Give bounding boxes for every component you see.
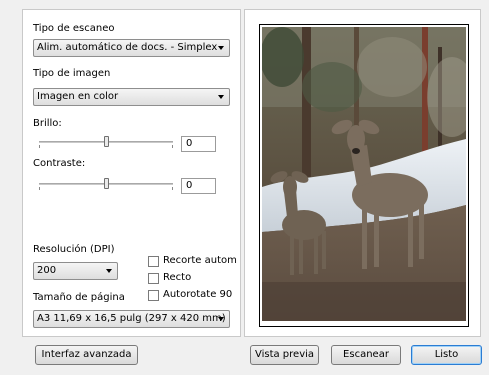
autorotate-label: Autorotate 90 (163, 289, 233, 300)
scan-type-select[interactable]: Alim. automático de docs. - Simplex (33, 39, 230, 57)
brightness-label: Brillo: (33, 118, 62, 129)
scan-type-value: Alim. automático de docs. - Simplex (37, 42, 218, 53)
scan-button[interactable]: Escanear (331, 345, 401, 365)
autorotate-checkbox[interactable] (148, 290, 159, 301)
resolution-select[interactable]: 200 (33, 262, 118, 280)
deer-photo-graphic (262, 27, 466, 321)
contrast-tick (39, 187, 40, 190)
image-type-value: Imagen en color (37, 91, 119, 102)
page-size-value: A3 11,69 x 16,5 pulg (297 x 420 mm) (37, 313, 226, 324)
contrast-value-field[interactable]: 0 (181, 178, 216, 194)
preview-button[interactable]: Vista previa (250, 345, 319, 365)
contrast-slider-thumb[interactable] (103, 178, 109, 189)
chevron-down-icon (218, 95, 224, 99)
scan-type-label: Tipo de escaneo (33, 23, 115, 34)
brightness-slider-thumb[interactable] (103, 136, 109, 147)
brightness-value-field[interactable]: 0 (181, 136, 216, 152)
contrast-value: 0 (186, 180, 193, 191)
brightness-tick (172, 145, 173, 148)
auto-crop-label: Recorte autom (163, 255, 237, 266)
page-size-label: Tamaño de página (33, 292, 125, 303)
chevron-down-icon (218, 46, 224, 50)
preview-frame (259, 24, 469, 327)
done-button[interactable]: Listo (411, 345, 482, 365)
chevron-down-icon (106, 269, 112, 273)
auto-crop-checkbox[interactable] (148, 256, 159, 267)
image-type-label: Tipo de imagen (33, 68, 111, 79)
contrast-label: Contraste: (33, 158, 86, 169)
deer-photo (262, 27, 466, 321)
advanced-interface-button[interactable]: Interfaz avanzada (35, 345, 138, 365)
image-type-select[interactable]: Imagen en color (33, 88, 230, 106)
resolution-value: 200 (37, 265, 57, 276)
chevron-down-icon (218, 317, 224, 321)
contrast-tick (172, 187, 173, 190)
page-size-select[interactable]: A3 11,69 x 16,5 pulg (297 x 420 mm) (33, 310, 230, 328)
front-side-checkbox[interactable] (148, 273, 159, 284)
settings-panel (22, 9, 241, 337)
brightness-value: 0 (186, 138, 193, 149)
resolution-label: Resolución (DPI) (33, 244, 115, 255)
brightness-tick (39, 145, 40, 148)
front-side-label: Recto (163, 272, 192, 283)
